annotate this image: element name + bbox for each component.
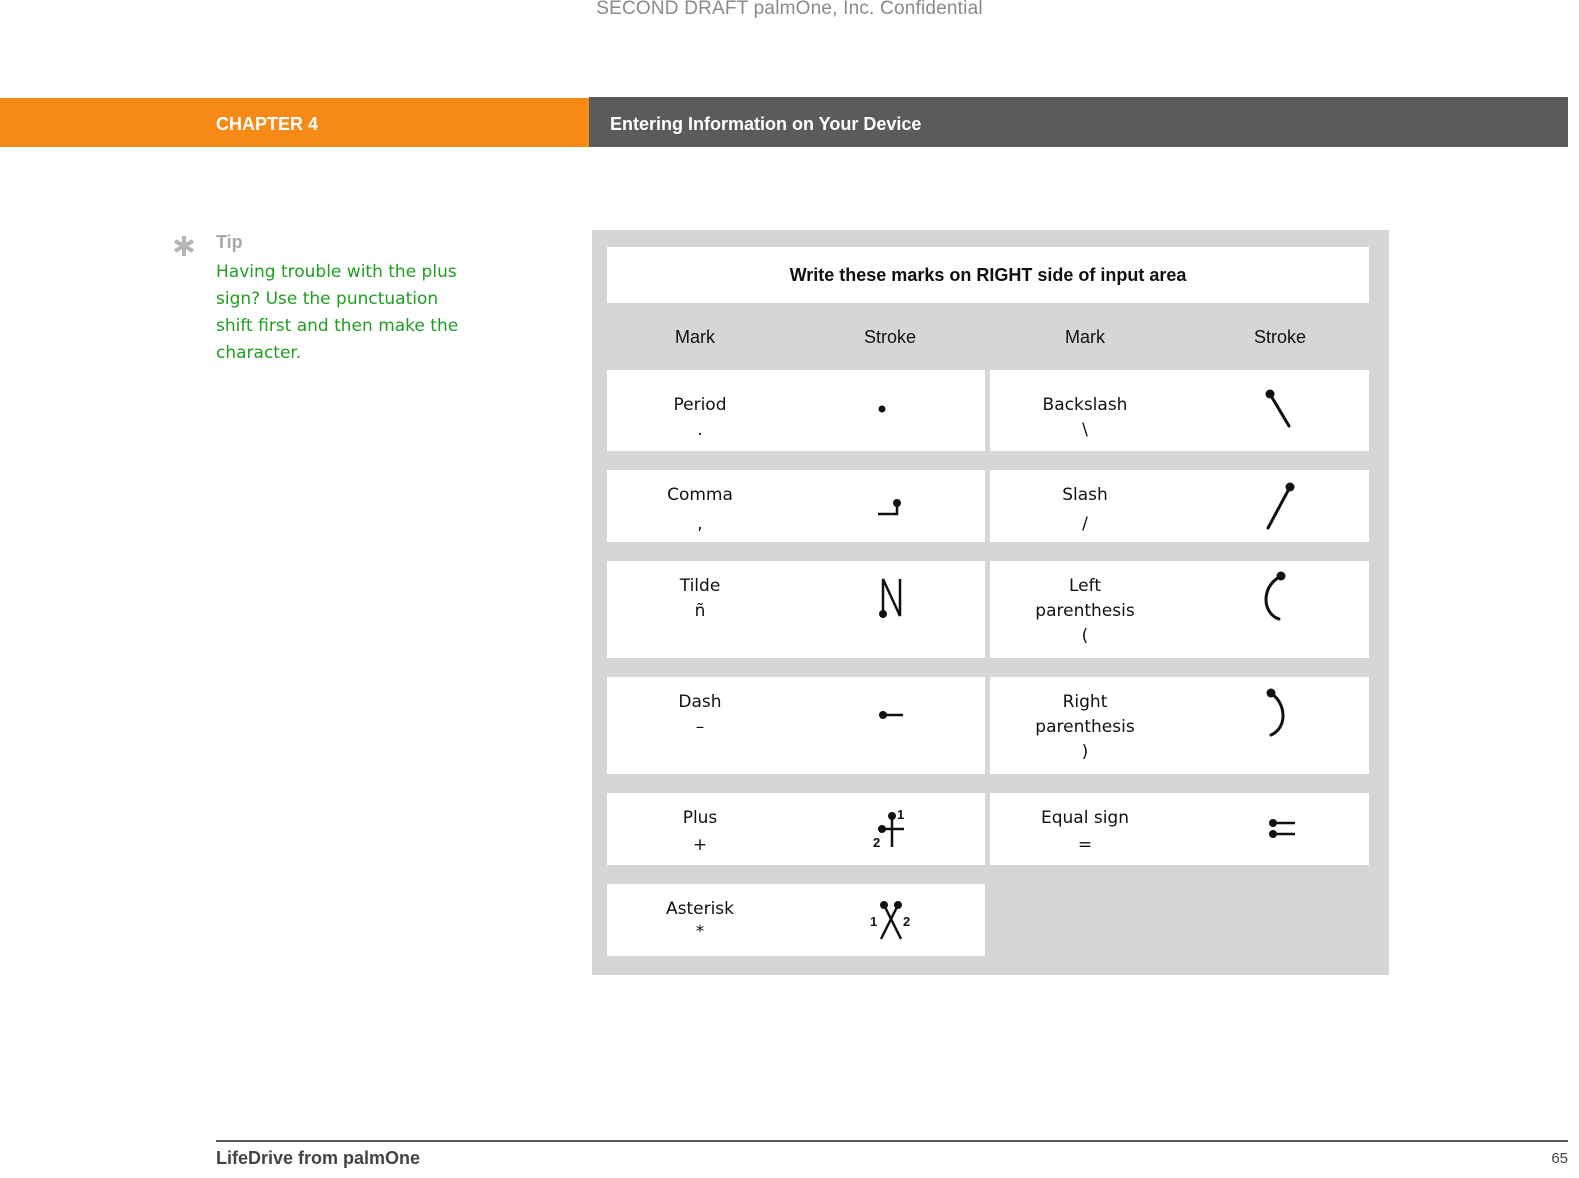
table-row-plus: Plus + 1 2: [607, 793, 985, 865]
period-stroke-icon: [878, 405, 886, 413]
table-row-comma: Comma ,: [607, 470, 985, 542]
table-row-left-parenthesis: Left parenthesis (: [990, 561, 1369, 658]
tilde-stroke-icon: [879, 578, 902, 618]
table-row-period: Period .: [607, 370, 985, 451]
mark-name: parenthesis: [1035, 717, 1135, 737]
mark-name: Plus: [682, 808, 718, 828]
mark-name: Right: [1062, 692, 1108, 712]
column-header-mark: Mark: [1065, 327, 1105, 347]
stroke-order-label: 2: [903, 914, 910, 929]
mark-symbol: (: [1081, 626, 1089, 646]
table-row-dash: Dash –: [607, 677, 985, 774]
table-row-slash: Slash /: [990, 470, 1369, 542]
stroke-order-label: 1: [870, 914, 877, 929]
mark-name: Equal sign: [1041, 808, 1129, 828]
mark-name: Left: [1069, 576, 1101, 596]
draft-watermark: SECOND DRAFT palmOne, Inc. Confidential: [596, 0, 983, 19]
tip-text: Having trouble with the plus sign? Use t…: [216, 262, 459, 363]
asterisk-icon: [174, 236, 194, 256]
comma-stroke-icon: [878, 499, 901, 516]
mark-symbol: ): [1081, 742, 1089, 762]
footer-divider: [216, 1140, 1568, 1142]
column-header-stroke: Stroke: [863, 327, 917, 347]
table-row-equal-sign: Equal sign =: [990, 793, 1369, 865]
backslash-stroke-icon: [1265, 389, 1291, 428]
chapter-title: Entering Information on Your Device: [610, 114, 922, 134]
table-title: Write these marks on RIGHT side of input…: [607, 247, 1369, 303]
mark-name: parenthesis: [1035, 601, 1135, 621]
equal-sign-stroke-icon: [1269, 819, 1295, 838]
stroke-order-label: 2: [873, 835, 880, 850]
mark-name: Asterisk: [665, 899, 735, 919]
plus-stroke-icon: 1 2: [873, 807, 904, 850]
mark-name: Tilde: [679, 576, 721, 596]
mark-symbol: –: [695, 717, 705, 737]
mark-symbol: \: [1082, 420, 1088, 440]
slash-stroke-icon: [1266, 482, 1295, 530]
dash-stroke-icon: [879, 711, 903, 719]
mark-symbol: ñ: [694, 601, 706, 621]
graffiti-marks-table: Write these marks on RIGHT side of input…: [592, 230, 1389, 975]
mark-symbol: .: [697, 420, 703, 440]
tip-heading: Tip: [216, 232, 243, 252]
asterisk-stroke-icon: 1 2: [870, 901, 910, 940]
mark-name: Comma: [667, 485, 733, 505]
column-header-stroke: Stroke: [1253, 327, 1307, 347]
mark-name: Backslash: [1042, 395, 1128, 415]
left-parenthesis-stroke-icon: [1264, 571, 1286, 621]
table-row-backslash: Backslash \: [990, 370, 1369, 451]
mark-symbol: ,: [697, 514, 703, 534]
table-row-tilde: Tilde ñ: [607, 561, 985, 658]
mark-symbol: =: [1077, 835, 1093, 855]
footer-book-title: LifeDrive from palmOne: [216, 1148, 421, 1168]
mark-symbol: *: [695, 922, 705, 942]
table-row-asterisk: Asterisk * 1 2: [607, 884, 985, 956]
mark-name: Dash: [678, 692, 722, 712]
mark-name: Period: [673, 395, 727, 415]
table-row-right-parenthesis: Right parenthesis ): [990, 677, 1369, 774]
stroke-order-label: 1: [897, 807, 904, 822]
page-number: 65: [1551, 1150, 1568, 1167]
mark-symbol: +: [692, 835, 708, 855]
column-header-mark: Mark: [675, 327, 715, 347]
mark-symbol: /: [1082, 514, 1088, 534]
mark-name: Slash: [1062, 485, 1108, 505]
chapter-label: CHAPTER 4: [216, 114, 319, 134]
right-parenthesis-stroke-icon: [1266, 688, 1285, 737]
